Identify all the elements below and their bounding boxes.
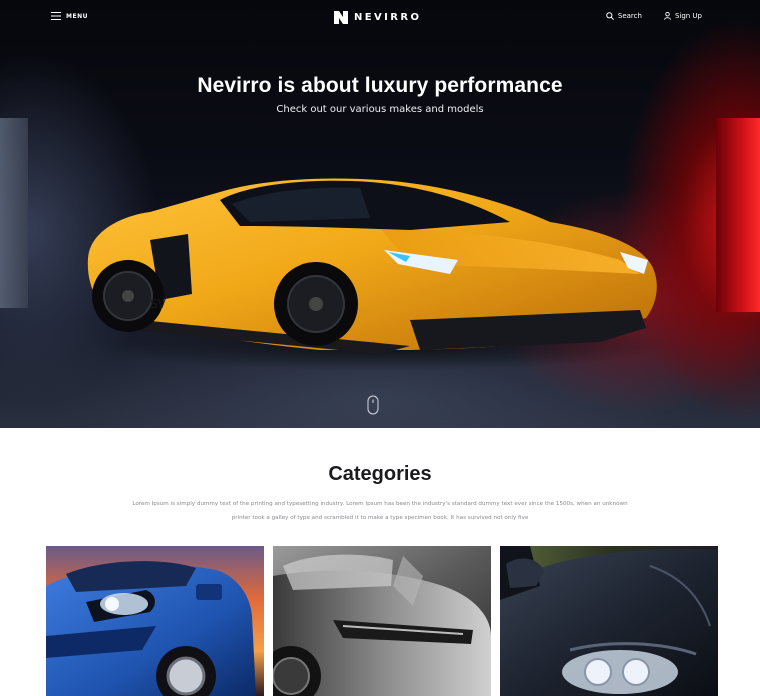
user-icon — [663, 12, 671, 20]
category-card-blue-car[interactable] — [46, 546, 264, 696]
svg-text:SV: SV — [150, 297, 167, 311]
menu-label: MENU — [66, 12, 88, 20]
brand-logo[interactable]: NEVIRRO — [334, 11, 421, 24]
signup-link[interactable]: Sign Up — [663, 12, 702, 20]
blue-car-image — [46, 546, 264, 696]
grey-car-image — [273, 546, 491, 696]
menu-button[interactable]: MENU — [51, 12, 88, 20]
hamburger-icon — [51, 12, 61, 20]
search-icon — [606, 12, 614, 20]
categories-title: Categories — [328, 463, 432, 485]
brand-name: NEVIRRO — [354, 12, 422, 23]
logo-mark-icon — [334, 11, 348, 24]
category-card-grey-car[interactable] — [273, 546, 491, 696]
categories-description-line1: Lorem Ipsum is simply dummy text of the … — [132, 501, 628, 507]
category-card-dark-car[interactable] — [500, 546, 718, 696]
signup-label: Sign Up — [674, 12, 702, 20]
hero-left-light — [0, 118, 28, 308]
header-actions: Search Sign Up — [606, 12, 702, 20]
search-link[interactable]: Search — [606, 12, 642, 20]
hero-red-light — [716, 118, 760, 312]
top-navbar: MENU NEVIRRO Search Sign Up — [0, 0, 760, 36]
mouse-scroll-icon[interactable] — [367, 395, 379, 415]
hero-car-image: SV — [87, 178, 670, 370]
hero-subtitle: Check out our various makes and models — [276, 104, 484, 115]
search-label: Search — [617, 12, 642, 20]
categories-description: Lorem Ipsum is simply dummy text of the … — [124, 497, 636, 525]
hero-section: MENU NEVIRRO Search Sign Up Nevirro is a… — [0, 0, 760, 428]
categories-description-line2: printer took a galley of type and scramb… — [231, 515, 529, 521]
dark-car-image — [500, 546, 718, 696]
category-cards — [46, 546, 718, 696]
hero-title: Nevirro is about luxury performance — [197, 74, 563, 97]
